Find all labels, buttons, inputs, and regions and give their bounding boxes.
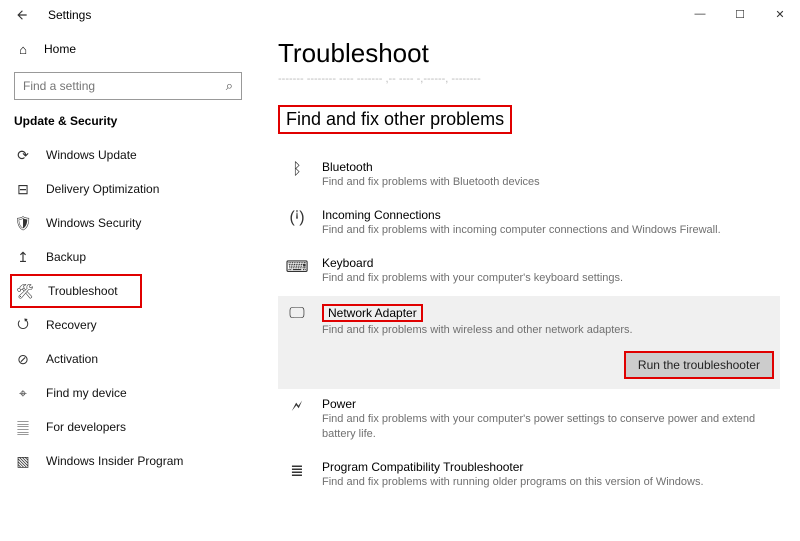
page-title: Troubleshoot	[278, 38, 780, 69]
sync-icon: ⟳	[14, 147, 32, 164]
troubleshooter-keyboard[interactable]: ⌨ Keyboard Find and fix problems with yo…	[278, 248, 780, 296]
sidebar-item-delivery-optimization[interactable]: ⊟ Delivery Optimization	[14, 172, 242, 206]
wrench-icon: 🛠	[16, 283, 34, 300]
troubleshooter-list: ᛒ Bluetooth Find and fix problems with B…	[278, 152, 780, 500]
troubleshooter-desc: Find and fix problems with running older…	[322, 475, 774, 490]
location-icon: ⌖	[14, 385, 32, 402]
troubleshooter-incoming-connections[interactable]: (ꜟ) Incoming Connections Find and fix pr…	[278, 200, 780, 248]
search-input[interactable]	[23, 79, 226, 93]
sidebar-item-label: Windows Update	[46, 148, 137, 162]
subheading: Find and fix other problems	[278, 105, 512, 134]
backup-icon: ↥	[14, 249, 32, 266]
section-heading: Update & Security	[14, 114, 242, 128]
troubleshooter-desc: Find and fix problems with your computer…	[322, 271, 774, 286]
troubleshooter-label: Bluetooth	[322, 160, 774, 174]
window-controls: ― ☐ ✕	[680, 0, 800, 28]
sidebar-item-label: Find my device	[46, 386, 127, 400]
main-panel: Troubleshoot ------- -------- ---- -----…	[250, 30, 800, 541]
sidebar-item-troubleshoot[interactable]: 🛠 Troubleshoot	[10, 274, 142, 308]
shield-icon: 🛡	[14, 215, 32, 232]
troubleshooter-label: Keyboard	[322, 256, 774, 270]
faded-text: ------- -------- ---- ------- ,-- ---- -…	[278, 73, 780, 85]
sidebar-item-label: Backup	[46, 250, 86, 264]
developers-icon: 𝄛	[14, 419, 32, 436]
home-label: Home	[44, 42, 76, 56]
maximize-button[interactable]: ☐	[720, 0, 760, 28]
delivery-icon: ⊟	[14, 181, 32, 198]
minimize-button[interactable]: ―	[680, 0, 720, 28]
troubleshooter-label: Program Compatibility Troubleshooter	[322, 460, 774, 474]
sidebar-item-label: Windows Security	[46, 216, 141, 230]
sidebar-item-label: Troubleshoot	[48, 284, 118, 298]
bluetooth-icon: ᛒ	[284, 160, 310, 190]
power-icon: 🗲	[284, 397, 310, 442]
insider-icon: ▧	[14, 453, 32, 470]
troubleshooter-program-compatibility[interactable]: ≣ Program Compatibility Troubleshooter F…	[278, 452, 780, 500]
activation-icon: ⊘	[14, 351, 32, 368]
keyboard-icon: ⌨	[284, 256, 310, 286]
troubleshooter-label: Network Adapter	[322, 304, 423, 322]
recovery-icon: ⭯	[14, 313, 32, 337]
app-title: Settings	[48, 8, 91, 22]
search-icon: ⌕	[226, 78, 233, 94]
troubleshooter-desc: Find and fix problems with your computer…	[322, 412, 774, 442]
sidebar-item-for-developers[interactable]: 𝄛 For developers	[14, 410, 242, 444]
sidebar-item-activation[interactable]: ⊘ Activation	[14, 342, 242, 376]
sidebar: ⌂ Home ⌕ Update & Security ⟳ Windows Upd…	[0, 30, 250, 541]
troubleshooter-network-adapter[interactable]: 🖵 Network Adapter Find and fix problems …	[278, 296, 780, 390]
sidebar-item-backup[interactable]: ↥ Backup	[14, 240, 242, 274]
arrow-left-icon	[15, 8, 29, 22]
sidebar-item-label: Windows Insider Program	[46, 454, 183, 468]
home-icon: ⌂	[14, 42, 32, 57]
sidebar-item-recovery[interactable]: ⭯ Recovery	[14, 308, 242, 342]
maximize-icon: ☐	[735, 8, 745, 21]
close-icon: ✕	[775, 8, 784, 21]
list-icon: ≣	[284, 460, 310, 490]
search-box[interactable]: ⌕	[14, 72, 242, 100]
troubleshooter-desc: Find and fix problems with Bluetooth dev…	[322, 175, 774, 190]
sidebar-item-windows-update[interactable]: ⟳ Windows Update	[14, 138, 242, 172]
troubleshooter-desc: Find and fix problems with incoming comp…	[322, 223, 774, 238]
antenna-icon: (ꜟ)	[284, 208, 310, 238]
sidebar-home[interactable]: ⌂ Home	[14, 34, 242, 64]
troubleshooter-desc: Find and fix problems with wireless and …	[322, 323, 774, 338]
troubleshooter-label: Power	[322, 397, 774, 411]
sidebar-item-find-my-device[interactable]: ⌖ Find my device	[14, 376, 242, 410]
sidebar-item-label: Recovery	[46, 318, 97, 332]
troubleshooter-label: Incoming Connections	[322, 208, 774, 222]
sidebar-item-label: Activation	[46, 352, 98, 366]
troubleshooter-power[interactable]: 🗲 Power Find and fix problems with your …	[278, 389, 780, 452]
run-troubleshooter-button[interactable]: Run the troubleshooter	[624, 351, 774, 379]
sidebar-item-label: Delivery Optimization	[46, 182, 159, 196]
sidebar-item-windows-security[interactable]: 🛡 Windows Security	[14, 206, 242, 240]
sidebar-item-label: For developers	[46, 420, 126, 434]
titlebar: Settings ― ☐ ✕	[0, 0, 800, 30]
close-button[interactable]: ✕	[760, 0, 800, 28]
troubleshooter-bluetooth[interactable]: ᛒ Bluetooth Find and fix problems with B…	[278, 152, 780, 200]
network-icon: 🖵	[284, 304, 310, 380]
minimize-icon: ―	[695, 8, 706, 20]
back-button[interactable]	[10, 3, 34, 27]
sidebar-item-windows-insider[interactable]: ▧ Windows Insider Program	[14, 444, 242, 478]
